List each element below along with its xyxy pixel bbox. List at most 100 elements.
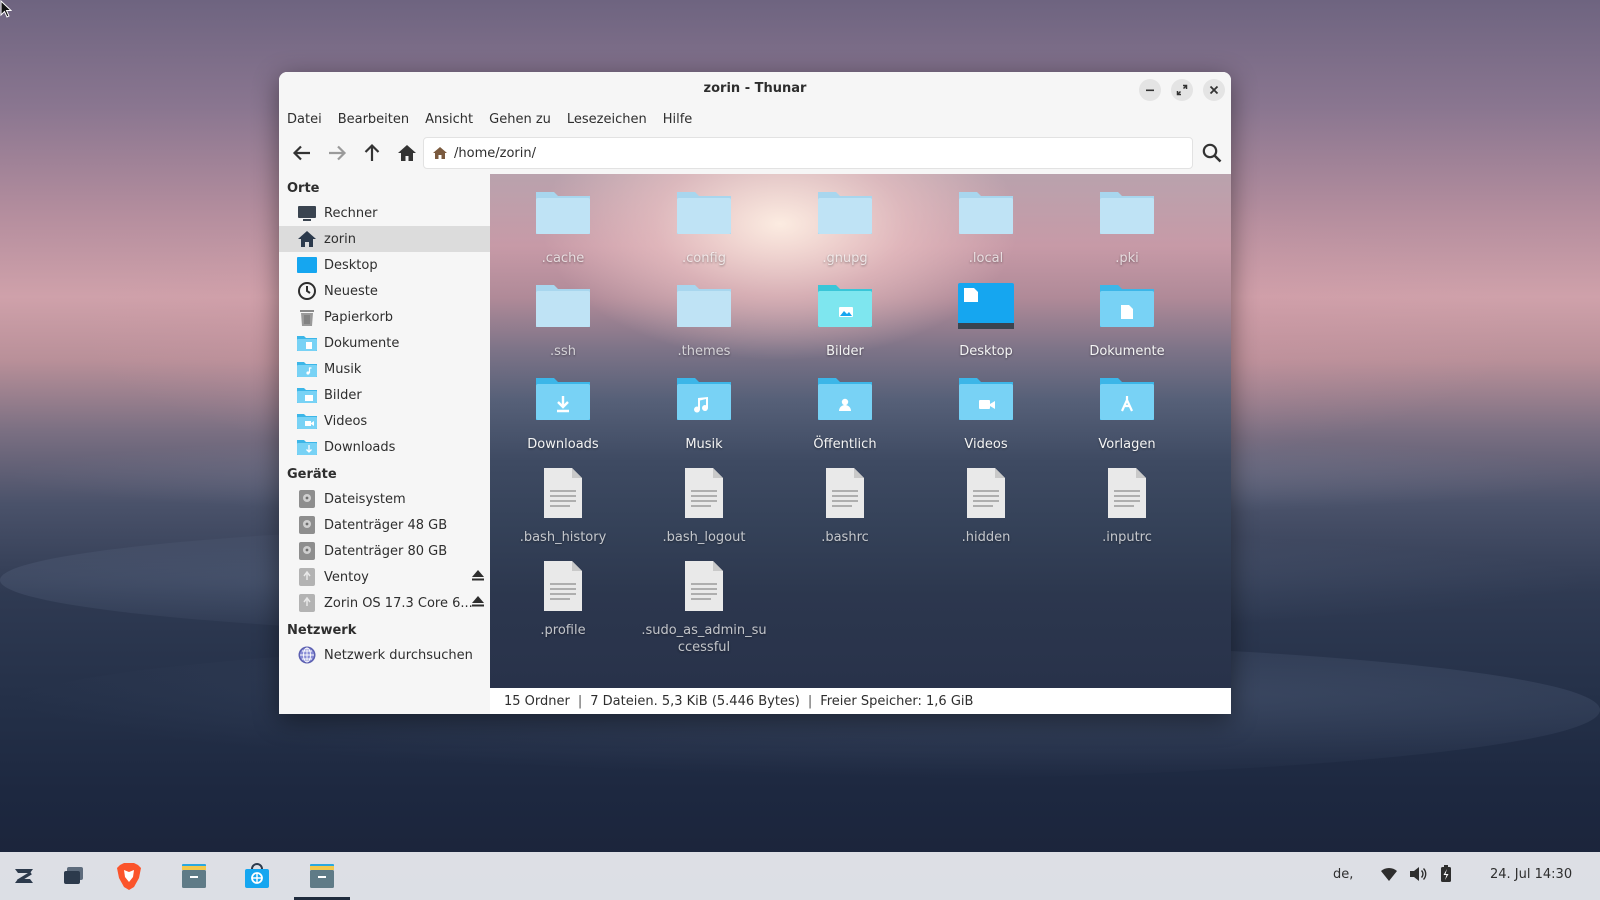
sidebar-item[interactable]: Rechner (279, 200, 490, 226)
keyboard-layout[interactable]: de, (1333, 867, 1353, 882)
file-manager-active-icon (310, 864, 334, 888)
workspaces-button[interactable] (58, 860, 90, 892)
file-item[interactable]: .bash_logout (634, 467, 774, 546)
eject-icon[interactable] (472, 596, 484, 610)
toolbar: /home/zorin/ (279, 132, 1231, 174)
sidebar-item[interactable]: Neueste (279, 278, 490, 304)
sidebar-item[interactable]: Bilder (279, 382, 490, 408)
file-item[interactable]: .local (916, 188, 1056, 267)
zorin-menu-button[interactable] (8, 860, 40, 892)
file-name: .sudo_as_admin_successful (641, 623, 767, 655)
folder-downloads-icon (534, 374, 592, 426)
file-name: Desktop (959, 344, 1013, 359)
file-item[interactable]: Videos (916, 374, 1056, 453)
sidebar-item[interactable]: Musik (279, 356, 490, 382)
file-name: .inputrc (1102, 530, 1152, 545)
folder-icon (534, 281, 592, 333)
taskbar: de, 24. Jul 14:30 (0, 852, 1600, 900)
folder-public-icon (816, 374, 874, 426)
wifi-button[interactable] (1380, 866, 1398, 886)
file-view[interactable]: .cache .config .gnupg .local .pki .ssh .themes… (490, 174, 1231, 688)
status-separator: | (577, 693, 583, 709)
file-item[interactable]: Downloads (493, 374, 633, 453)
file-manager-active-button[interactable] (306, 860, 338, 892)
battery-button[interactable] (1440, 865, 1452, 887)
file-item[interactable]: Musik (634, 374, 774, 453)
file-item[interactable]: .pki (1057, 188, 1197, 267)
title-bar[interactable]: zorin - Thunar (279, 72, 1231, 106)
menu-datei[interactable]: Datei (287, 112, 322, 127)
sidebar-item[interactable]: Dateisystem (279, 486, 490, 512)
software-store-button[interactable] (241, 860, 273, 892)
menu-lesezeichen[interactable]: Lesezeichen (567, 112, 647, 127)
status-bar: 15 Ordner | 7 Dateien. 5,3 KiB (5.446 By… (490, 688, 1231, 714)
up-button[interactable] (357, 138, 387, 168)
file-manager-button[interactable] (178, 860, 210, 892)
eject-icon[interactable] (472, 570, 484, 584)
menu-hilfe[interactable]: Hilfe (663, 112, 693, 127)
file-name: Musik (685, 437, 723, 452)
menu-ansicht[interactable]: Ansicht (425, 112, 473, 127)
sidebar-section-title: Geräte (287, 467, 337, 482)
sidebar-item[interactable]: Datenträger 48 GB (279, 512, 490, 538)
menu-gehen-zu[interactable]: Gehen zu (489, 112, 551, 127)
file-item[interactable]: .bashrc (775, 467, 915, 546)
file-item[interactable]: .inputrc (1057, 467, 1197, 546)
file-item[interactable]: Vorlagen (1057, 374, 1197, 453)
file-item[interactable]: .ssh (493, 281, 633, 360)
sidebar-item[interactable]: Downloads (279, 434, 490, 460)
sidebar-item-label: Dokumente (324, 335, 400, 351)
sidebar-item[interactable]: Datenträger 80 GB (279, 538, 490, 564)
window-title: zorin - Thunar (703, 81, 807, 96)
file-item[interactable]: .hidden (916, 467, 1056, 546)
maximize-button[interactable] (1171, 79, 1193, 101)
sidebar-section-title: Orte (287, 181, 320, 196)
sidebar-item[interactable]: Ventoy (279, 564, 490, 590)
file-item[interactable]: .profile (493, 560, 633, 639)
location-bar[interactable]: /home/zorin/ (423, 137, 1193, 169)
file-item[interactable]: Öffentlich (775, 374, 915, 453)
file-item[interactable]: Bilder (775, 281, 915, 360)
workspaces-icon (64, 867, 83, 884)
folder-icon (675, 188, 733, 240)
file-item[interactable]: .bash_history (493, 467, 633, 546)
text-file-icon (675, 467, 733, 519)
folder-icon (1098, 188, 1156, 240)
wifi-icon (1381, 867, 1397, 881)
home-button[interactable] (392, 138, 422, 168)
brave-browser-button[interactable] (113, 860, 145, 892)
zorin-menu-icon (15, 869, 33, 883)
menu-bearbeiten[interactable]: Bearbeiten (338, 112, 409, 127)
network-icon (297, 645, 317, 665)
sidebar-item[interactable]: Desktop (279, 252, 490, 278)
drive-icon (297, 515, 317, 535)
back-button[interactable] (287, 138, 317, 168)
forward-button[interactable] (322, 138, 352, 168)
sidebar-item[interactable]: Netzwerk durchsuchen (279, 642, 490, 668)
sidebar-item[interactable]: Dokumente (279, 330, 490, 356)
computer-icon (297, 203, 317, 223)
arrow-left-icon (292, 145, 310, 161)
arrow-up-icon (364, 143, 380, 161)
file-name: Bilder (826, 344, 864, 359)
file-item[interactable]: .gnupg (775, 188, 915, 267)
file-item[interactable]: Dokumente (1057, 281, 1197, 360)
folder-documents-icon (1098, 281, 1156, 333)
sidebar-item[interactable]: Videos (279, 408, 490, 434)
sidebar-item[interactable]: zorin (279, 226, 490, 252)
sidebar-item[interactable]: Zorin OS 17.3 Core 6... (279, 590, 490, 616)
file-name: .pki (1115, 251, 1139, 266)
clock[interactable]: 24. Jul 14:30 (1490, 867, 1572, 882)
file-item[interactable]: .cache (493, 188, 633, 267)
sidebar-item[interactable]: Papierkorb (279, 304, 490, 330)
close-button[interactable] (1203, 79, 1225, 101)
file-item[interactable]: .sudo_as_admin_successful (634, 560, 774, 656)
file-item[interactable]: .themes (634, 281, 774, 360)
sidebar-item-label: zorin (324, 231, 356, 247)
file-item[interactable]: .config (634, 188, 774, 267)
file-item[interactable]: Desktop (916, 281, 1056, 360)
search-button[interactable] (1197, 138, 1227, 168)
volume-button[interactable] (1409, 866, 1427, 886)
minimize-button[interactable] (1139, 79, 1161, 101)
minimize-icon (1146, 89, 1154, 92)
